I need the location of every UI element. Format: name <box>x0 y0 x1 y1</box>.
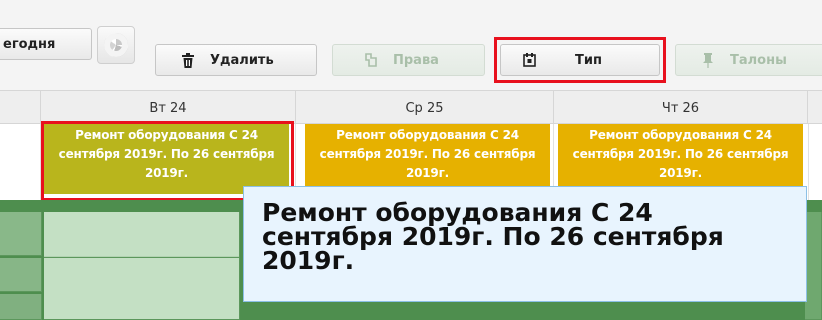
calendar-event[interactable]: Ремонт оборудования С 24 сентября 2019г.… <box>558 124 803 194</box>
delete-button[interactable]: Удалить <box>155 44 317 76</box>
day-header: Вт 24 Ср 25 Чт 26 <box>0 90 822 125</box>
day-column-header[interactable]: Чт 26 <box>553 91 808 125</box>
time-slot[interactable] <box>0 212 42 256</box>
refresh-icon <box>104 33 128 57</box>
day-column-header[interactable]: Вт 24 <box>40 91 295 125</box>
trash-icon <box>180 52 196 68</box>
today-button[interactable]: егодня <box>0 28 92 60</box>
delete-button-label: Удалить <box>210 52 274 68</box>
pin-icon <box>700 52 716 68</box>
time-slot[interactable] <box>805 212 822 320</box>
toolbar: егодня Удалить Права Тип Талоны <box>0 0 822 90</box>
type-button-highlight <box>494 37 666 83</box>
time-slot[interactable] <box>44 212 240 320</box>
refresh-button[interactable] <box>97 26 135 64</box>
grid-line <box>808 124 809 200</box>
time-slot[interactable] <box>0 294 42 320</box>
today-button-label: егодня <box>3 36 56 52</box>
day-column-header[interactable]: Ср 25 <box>295 91 553 125</box>
tickets-button[interactable]: Талоны <box>675 44 822 76</box>
rights-button[interactable]: Права <box>332 44 485 76</box>
rights-button-label: Права <box>393 52 439 68</box>
calendar-event[interactable]: Ремонт оборудования С 24 сентября 2019г.… <box>305 124 550 194</box>
tickets-button-label: Талоны <box>730 52 787 68</box>
key-icon <box>363 52 379 68</box>
event-tooltip: Ремонт оборудования С 24 сентября 2019г.… <box>243 186 807 302</box>
time-slot[interactable] <box>0 258 42 292</box>
slot-divider <box>44 256 240 258</box>
